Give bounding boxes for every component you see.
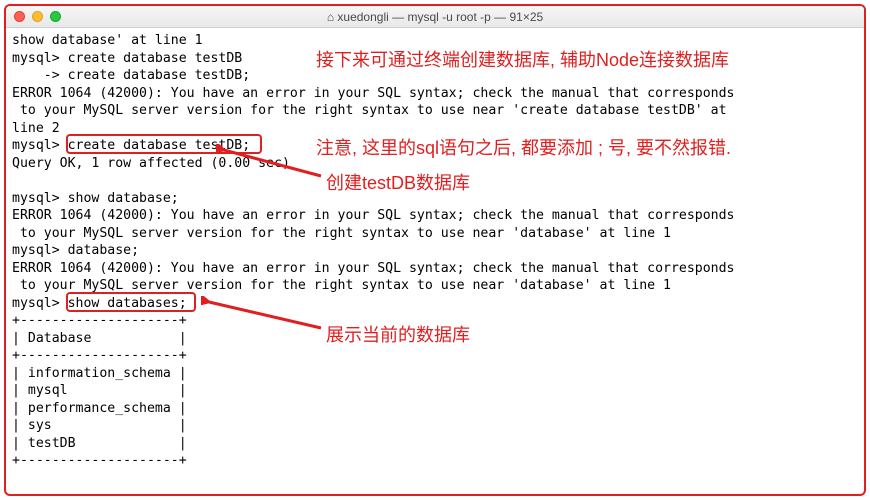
terminal-content[interactable]: show database' at line 1 mysql> create d… xyxy=(6,28,864,476)
title-text: xuedongli — mysql -u root -p — 91×25 xyxy=(337,10,543,24)
window-title: ⌂ xuedongli — mysql -u root -p — 91×25 xyxy=(6,10,864,24)
window-controls xyxy=(14,11,61,22)
titlebar[interactable]: ⌂ xuedongli — mysql -u root -p — 91×25 xyxy=(6,6,864,28)
close-icon[interactable] xyxy=(14,11,25,22)
home-icon: ⌂ xyxy=(327,10,334,24)
zoom-icon[interactable] xyxy=(50,11,61,22)
minimize-icon[interactable] xyxy=(32,11,43,22)
terminal-window: ⌂ xuedongli — mysql -u root -p — 91×25 s… xyxy=(4,4,866,496)
